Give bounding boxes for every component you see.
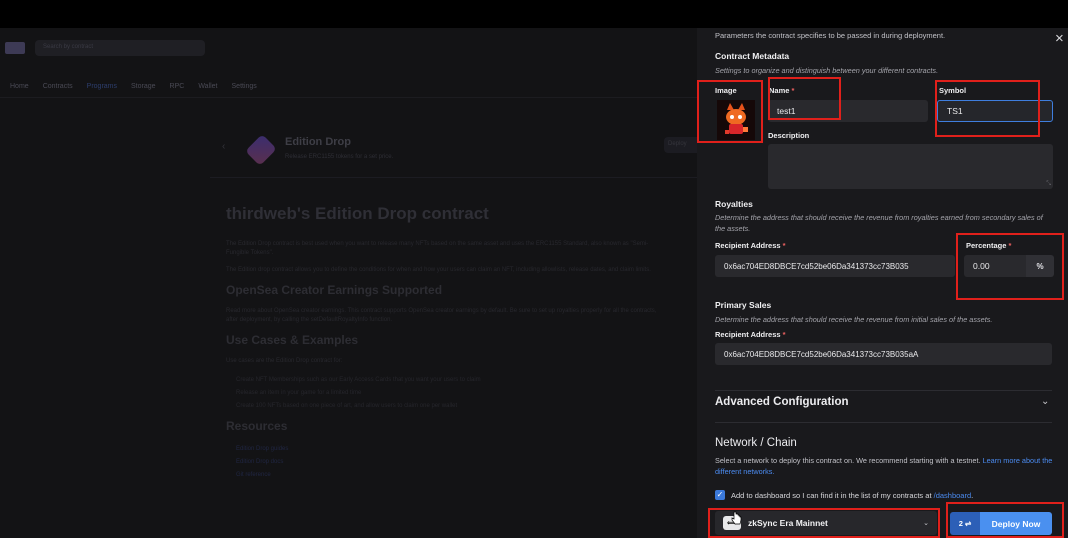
dashboard-link[interactable]: /dashboard <box>934 491 972 500</box>
params-description: Parameters the contract specifies to be … <box>715 31 946 40</box>
royalty-recipient-input[interactable]: 0x6ac704ED8DBCE7cd52be06Da341373cc73B035 <box>715 255 955 277</box>
primary-sales-desc: Determine the address that should receiv… <box>715 315 993 324</box>
hand-cursor-icon <box>731 511 742 525</box>
top-black-bar <box>0 0 1068 28</box>
bg-subheading: Resources <box>226 419 288 433</box>
bg-subheading: OpenSea Creator Earnings Supported <box>226 283 443 297</box>
primary-sales-title: Primary Sales <box>715 300 772 310</box>
annotation-box-image <box>697 80 763 143</box>
bg-paragraph: The Edition drop contract allows you to … <box>226 267 651 273</box>
bg-tab: Programs <box>86 83 117 90</box>
bg-list-item: Release an item in your game for a limit… <box>236 390 362 396</box>
primary-recipient-label: Recipient Address * <box>715 330 786 339</box>
bg-link: Edition Drop docs <box>236 459 284 465</box>
royalty-recipient-label-text: Recipient Address <box>715 241 781 250</box>
close-icon[interactable]: × <box>1055 31 1064 46</box>
bg-back-icon: ‹ <box>222 141 226 152</box>
bg-tab: Settings <box>231 83 257 90</box>
resize-handle-icon[interactable]: ⤡ <box>1046 181 1051 187</box>
description-label: Description <box>768 131 810 140</box>
network-title: Network / Chain <box>715 437 797 449</box>
divider <box>715 390 1052 391</box>
bg-tab: RPC <box>169 83 185 90</box>
advanced-configuration-toggle[interactable]: Advanced Configuration <box>715 396 849 408</box>
primary-recipient-label-text: Recipient Address <box>715 330 781 339</box>
bg-contract-card: ‹ Edition Drop Release ERC1155 tokens fo… <box>210 123 710 178</box>
bg-logo-icon <box>5 42 25 54</box>
bg-link: Git reference <box>236 472 271 478</box>
dashboard-label-text: Add to dashboard so I can find it in the… <box>731 491 934 500</box>
bg-card-title: Edition Drop <box>285 136 351 148</box>
bg-subheading: Use Cases & Examples <box>226 333 359 347</box>
primary-recipient-input[interactable]: 0x6ac704ED8DBCE7cd52be06Da341373cc73B035… <box>715 343 1052 365</box>
bg-heading: thirdweb's Edition Drop contract <box>226 204 489 223</box>
bg-tab: Storage <box>131 83 156 90</box>
bg-contract-icon <box>245 134 277 166</box>
required-marker: * <box>780 241 786 250</box>
network-desc: Select a network to deploy this contract… <box>715 455 1055 477</box>
annotation-box-name <box>768 77 841 120</box>
annotation-box-percentage <box>956 233 1064 300</box>
dashboard-label-suffix: . <box>971 491 974 500</box>
royalties-desc: Determine the address that should receiv… <box>715 213 1043 233</box>
bg-paragraph: Read more about OpenSea creator earnings… <box>226 308 657 323</box>
contract-metadata-title: Contract Metadata <box>715 51 790 61</box>
divider <box>715 422 1052 423</box>
bg-tab: Home <box>10 83 29 90</box>
chevron-down-icon[interactable]: ⌄ <box>1041 396 1049 407</box>
bg-tab: Contracts <box>42 83 73 90</box>
description-textarea[interactable]: ⤡ <box>768 144 1053 189</box>
royalty-recipient-label: Recipient Address * <box>715 241 786 250</box>
annotation-box-network <box>708 508 940 538</box>
bg-list-item: Create 100 NFTs based on one piece of ar… <box>236 403 458 409</box>
contract-metadata-desc: Settings to organize and distinguish bet… <box>715 66 939 75</box>
add-to-dashboard-label: Add to dashboard so I can find it in the… <box>731 491 973 500</box>
bg-article: thirdweb's Edition Drop contract The Edi… <box>226 204 666 482</box>
add-to-dashboard-checkbox[interactable]: ✓ <box>715 490 725 500</box>
bg-tab: Wallet <box>198 83 218 90</box>
annotation-box-deploy <box>946 502 1064 538</box>
annotation-box-symbol <box>935 80 1040 137</box>
royalties-title: Royalties <box>715 199 753 209</box>
bg-paragraph: The Edition Drop contract is best used w… <box>226 241 649 256</box>
bg-search-input: Search by contract <box>35 40 205 56</box>
bg-card-subtitle: Release ERC1155 tokens for a set price. <box>285 154 394 160</box>
network-desc-text: Select a network to deploy this contract… <box>715 456 981 465</box>
required-marker: * <box>780 330 786 339</box>
bg-paragraph: Use cases are the Edition Drop contract … <box>226 358 343 364</box>
bg-list-item: Create NFT Memberships such as our Early… <box>236 377 481 383</box>
bg-link: Edition Drop guides <box>236 446 289 452</box>
